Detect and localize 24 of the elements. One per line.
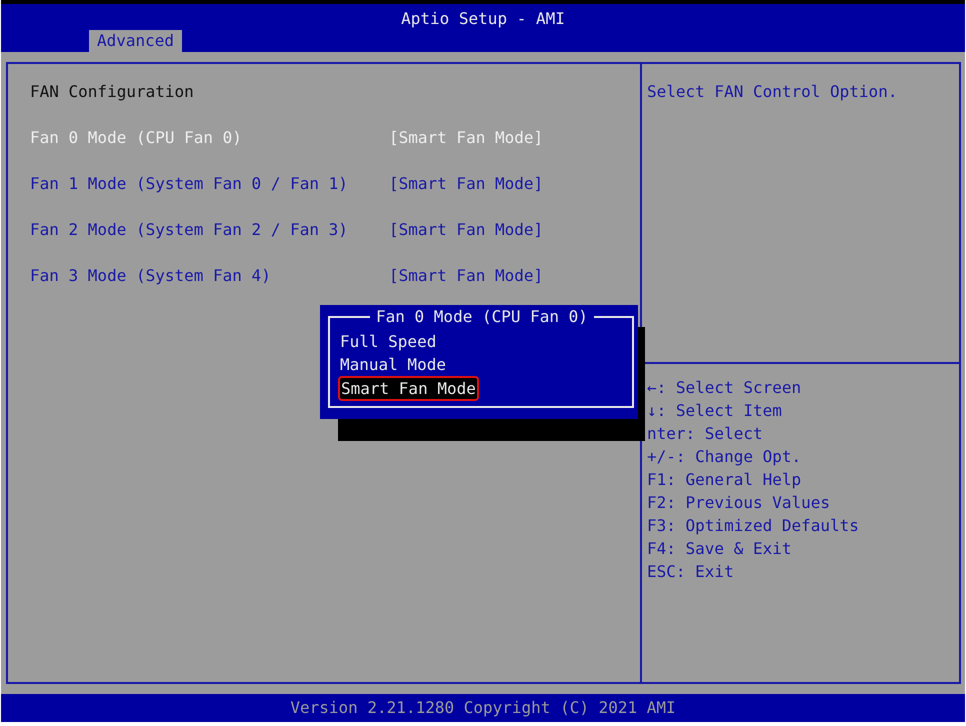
option-item[interactable]: Manual Mode [338, 353, 448, 376]
option-item[interactable]: Full Speed [338, 330, 438, 353]
key-hint: nter: Select [647, 423, 764, 445]
key-hint: F3: Optimized Defaults [647, 515, 860, 537]
section-heading: FAN Configuration [30, 81, 195, 103]
setting-label[interactable]: Fan 0 Mode (CPU Fan 0) [30, 126, 389, 150]
key-hint: F4: Save & Exit [647, 538, 792, 560]
setting-value[interactable]: [Smart Fan Mode] [389, 218, 544, 242]
option-item[interactable]: Smart Fan Mode [338, 376, 479, 401]
key-hint: ←: Select Screen [647, 377, 802, 399]
setting-value[interactable]: [Smart Fan Mode] [389, 126, 544, 150]
key-hint: F2: Previous Values [647, 492, 832, 514]
key-hint: +/-: Change Opt. [647, 446, 802, 468]
setting-label[interactable]: Fan 3 Mode (System Fan 4) [30, 264, 389, 288]
version-text: Version 2.21.1280 Copyright (C) 2021 AMI [290, 698, 676, 717]
key-hint: ↓: Select Item [647, 400, 783, 422]
key-hint: ESC: Exit [647, 561, 735, 583]
key-hint: F1: General Help [647, 469, 802, 491]
setting-label[interactable]: Fan 2 Mode (System Fan 2 / Fan 3) [30, 218, 389, 242]
setting-value[interactable]: [Smart Fan Mode] [389, 172, 544, 196]
setting-value[interactable]: [Smart Fan Mode] [389, 264, 544, 288]
setting-label[interactable]: Fan 1 Mode (System Fan 0 / Fan 1) [30, 172, 389, 196]
window-title: Aptio Setup - AMI [400, 8, 566, 30]
tab[interactable]: Advanced [89, 30, 182, 52]
